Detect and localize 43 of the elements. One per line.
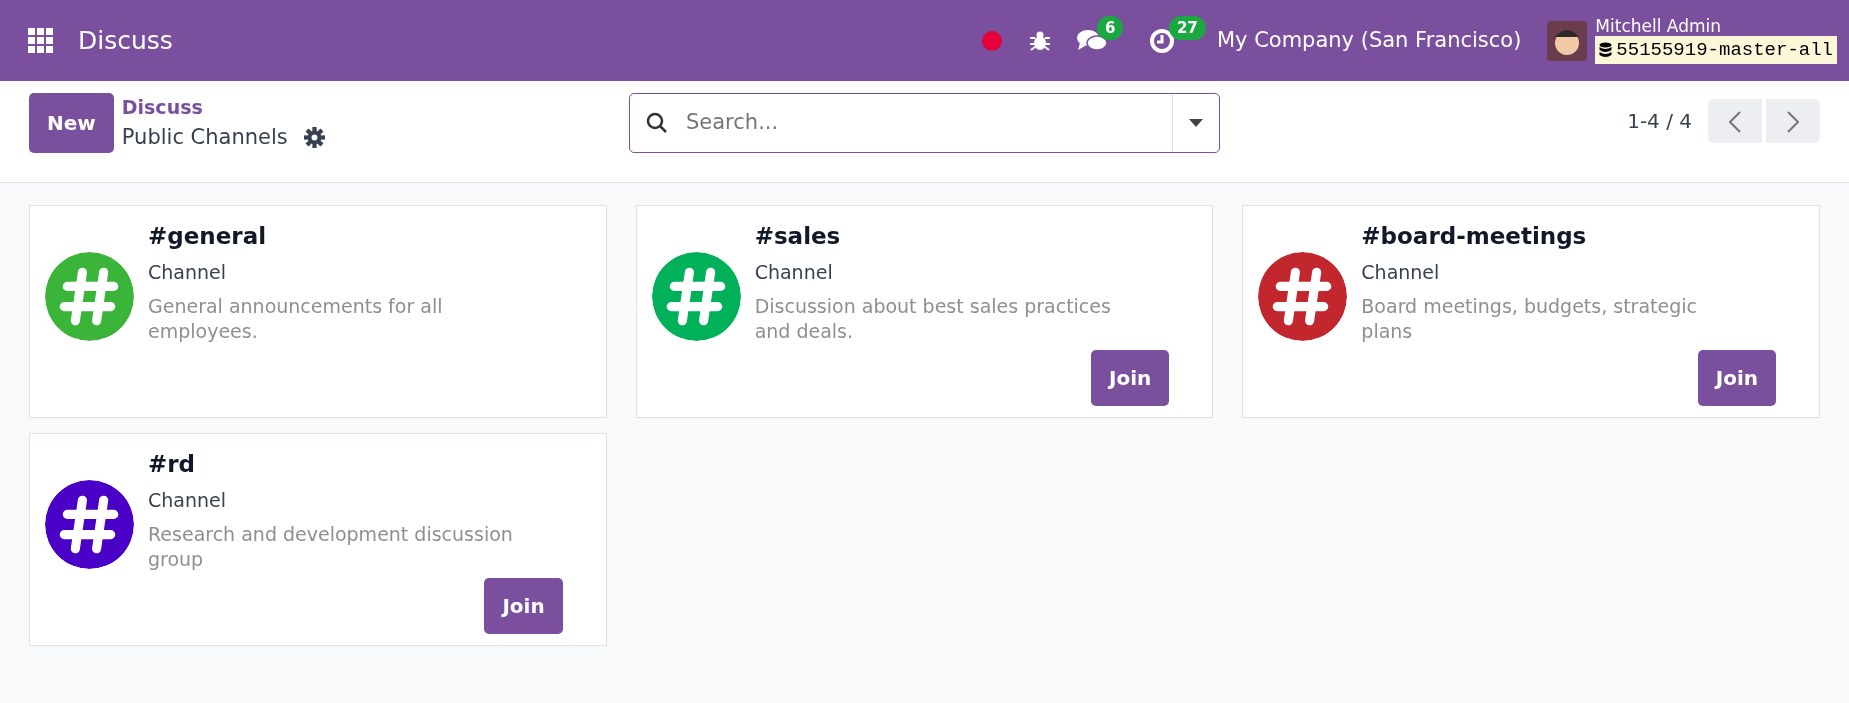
channel-card[interactable]: #rd Channel Research and development discussion group Join (29, 433, 607, 646)
record-dot-icon[interactable] (980, 29, 1003, 52)
new-button[interactable]: New (29, 93, 114, 153)
channel-name: #general (148, 222, 268, 251)
app-name[interactable]: Discuss (78, 21, 173, 60)
user-name[interactable]: Mitchell Admin (1595, 16, 1837, 36)
database-icon (1599, 41, 1613, 58)
chevron-left-icon (1729, 110, 1741, 133)
channel-type: Channel (1361, 259, 1441, 285)
channel-name: #rd (148, 450, 197, 479)
channel-description: Research and development discussion group (148, 522, 514, 572)
breadcrumb-link[interactable]: Discuss (121, 93, 325, 122)
database-name: 55155919-master-all (1616, 37, 1833, 63)
channel-card[interactable]: #general Channel General announcements for all employees. (29, 205, 607, 418)
channel-type: Channel (148, 259, 227, 285)
channel-description: Board meetings, budgets, strategic plans (1361, 294, 1698, 344)
user-avatar-icon[interactable] (1547, 20, 1588, 61)
join-button[interactable]: Join (484, 578, 563, 634)
channel-description: General announcements for all employees. (148, 294, 444, 344)
settings-icon[interactable] (303, 126, 325, 148)
clock-icon[interactable] (1148, 27, 1175, 54)
next-button[interactable] (1766, 99, 1820, 143)
activity-count: 27 (1168, 15, 1206, 40)
channel-name: #sales (754, 222, 842, 251)
channel-card[interactable]: #sales Channel Discussion about best sales practices and deals. Join (635, 205, 1214, 418)
join-button[interactable]: Join (1697, 350, 1776, 406)
app-grid-icon[interactable] (28, 27, 54, 54)
message-count: 6 (1096, 15, 1124, 40)
search-bar[interactable]: Search... (629, 93, 1220, 153)
bug-icon[interactable] (1028, 29, 1051, 52)
search-icon (646, 112, 668, 134)
page-title: Public Channels (121, 123, 288, 151)
channel-type: Channel (148, 487, 227, 513)
channel-name: #board-meetings (1361, 222, 1588, 251)
pager-value[interactable]: 1-4 / 4 (1627, 106, 1692, 136)
caret-icon (1189, 119, 1203, 127)
channel-card[interactable]: #board-meetings Channel Board meetings, budgets, strategic plans Join (1242, 205, 1820, 418)
chevron-right-icon (1787, 110, 1799, 133)
channel-description: Discussion about best sales practices and deals. (754, 294, 1112, 344)
join-button[interactable]: Join (1091, 350, 1170, 406)
company-switcher[interactable]: My Company (San Francisco) (1216, 24, 1522, 57)
channel-type: Channel (754, 259, 834, 285)
previous-button[interactable] (1708, 99, 1762, 143)
